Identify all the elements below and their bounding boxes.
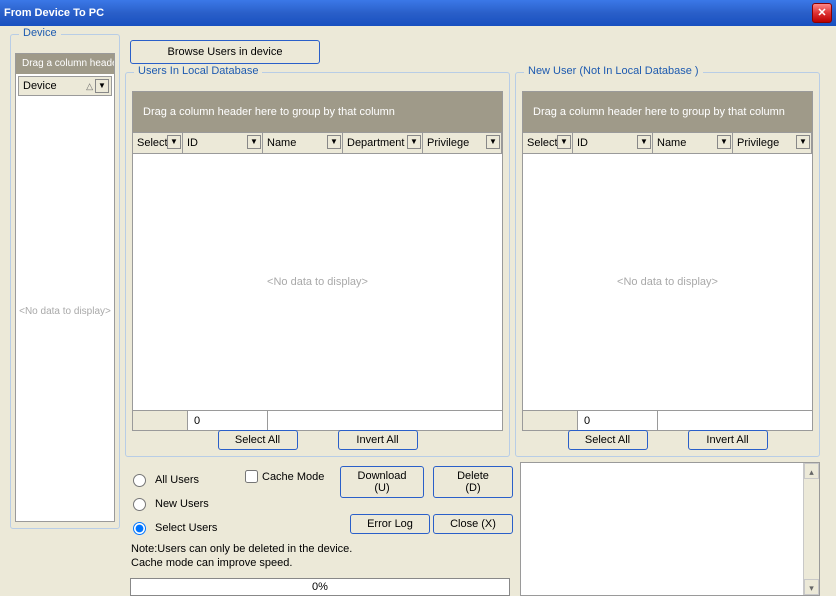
users-new-no-data: <No data to display> — [523, 154, 812, 410]
users-new-grid: Drag a column header here to group by th… — [522, 91, 813, 431]
chevron-down-icon[interactable]: ▼ — [637, 135, 651, 149]
footer-spacer — [133, 411, 188, 430]
error-log-button[interactable]: Error Log — [350, 514, 430, 534]
chevron-down-icon[interactable]: ▼ — [486, 135, 500, 149]
chevron-down-icon[interactable]: ▼ — [95, 79, 109, 93]
chevron-down-icon[interactable]: ▼ — [167, 135, 181, 149]
sort-asc-icon: △ — [86, 81, 93, 92]
device-column-label: Device — [23, 80, 57, 92]
users-new-group: New User (Not In Local Database ) Drag a… — [515, 72, 820, 457]
browse-users-button[interactable]: Browse Users in device — [130, 40, 320, 64]
chevron-down-icon[interactable]: ▼ — [557, 135, 571, 149]
device-column-header[interactable]: Device △ ▼ — [18, 76, 112, 96]
users-local-group: Users In Local Database Drag a column he… — [125, 72, 510, 457]
device-group: Device Drag a column header Device △ ▼ <… — [10, 34, 120, 529]
users-new-title: New User (Not In Local Database ) — [524, 65, 703, 77]
device-drag-hint: Drag a column header — [16, 54, 114, 74]
note-text: Note:Users can only be deleted in the de… — [131, 542, 352, 570]
col-name[interactable]: Name▼ — [653, 133, 733, 153]
users-new-drag-hint: Drag a column header here to group by th… — [523, 92, 812, 132]
col-select[interactable]: Select▼ — [523, 133, 573, 153]
log-textarea[interactable]: ▴ ▾ — [520, 462, 820, 596]
scroll-up-icon[interactable]: ▴ — [804, 463, 819, 479]
chevron-down-icon[interactable]: ▼ — [247, 135, 261, 149]
col-privilege[interactable]: Privilege▼ — [423, 133, 502, 153]
col-id[interactable]: ID▼ — [573, 133, 653, 153]
invert-all-button[interactable]: Invert All — [338, 430, 418, 450]
users-local-drag-hint: Drag a column header here to group by th… — [133, 92, 502, 132]
col-id[interactable]: ID▼ — [183, 133, 263, 153]
close-button[interactable]: Close (X) — [433, 514, 513, 534]
users-local-no-data: <No data to display> — [133, 154, 502, 410]
col-select[interactable]: Select▼ — [133, 133, 183, 153]
col-department[interactable]: Department▼ — [343, 133, 423, 153]
chevron-down-icon[interactable]: ▼ — [407, 135, 421, 149]
device-group-title: Device — [19, 27, 61, 39]
cache-mode-checkbox[interactable]: Cache Mode — [245, 470, 324, 483]
radio-select-users[interactable]: Select Users — [133, 516, 217, 540]
radio-new-users[interactable]: New Users — [133, 492, 217, 516]
col-name[interactable]: Name▼ — [263, 133, 343, 153]
chevron-down-icon[interactable]: ▼ — [327, 135, 341, 149]
select-all-button[interactable]: Select All — [218, 430, 298, 450]
col-privilege[interactable]: Privilege▼ — [733, 133, 812, 153]
footer-spacer — [523, 411, 578, 430]
close-icon[interactable]: ✕ — [812, 3, 832, 23]
users-local-grid: Drag a column header here to group by th… — [132, 91, 503, 431]
invert-all-button[interactable]: Invert All — [688, 430, 768, 450]
device-no-data: <No data to display> — [16, 306, 114, 317]
select-all-button[interactable]: Select All — [568, 430, 648, 450]
window-title: From Device To PC — [4, 7, 104, 19]
delete-button[interactable]: Delete (D) — [433, 466, 513, 498]
chevron-down-icon[interactable]: ▼ — [796, 135, 810, 149]
scrollbar[interactable]: ▴ ▾ — [803, 463, 819, 595]
device-tree: Drag a column header Device △ ▼ <No data… — [15, 53, 115, 522]
chevron-down-icon[interactable]: ▼ — [717, 135, 731, 149]
progress-bar: 0% — [130, 578, 510, 596]
scroll-down-icon[interactable]: ▾ — [804, 579, 819, 595]
users-new-count: 0 — [578, 411, 658, 430]
users-local-count: 0 — [188, 411, 268, 430]
download-button[interactable]: Download (U) — [340, 466, 424, 498]
radio-all-users[interactable]: All Users — [133, 468, 217, 492]
users-local-title: Users In Local Database — [134, 65, 262, 77]
